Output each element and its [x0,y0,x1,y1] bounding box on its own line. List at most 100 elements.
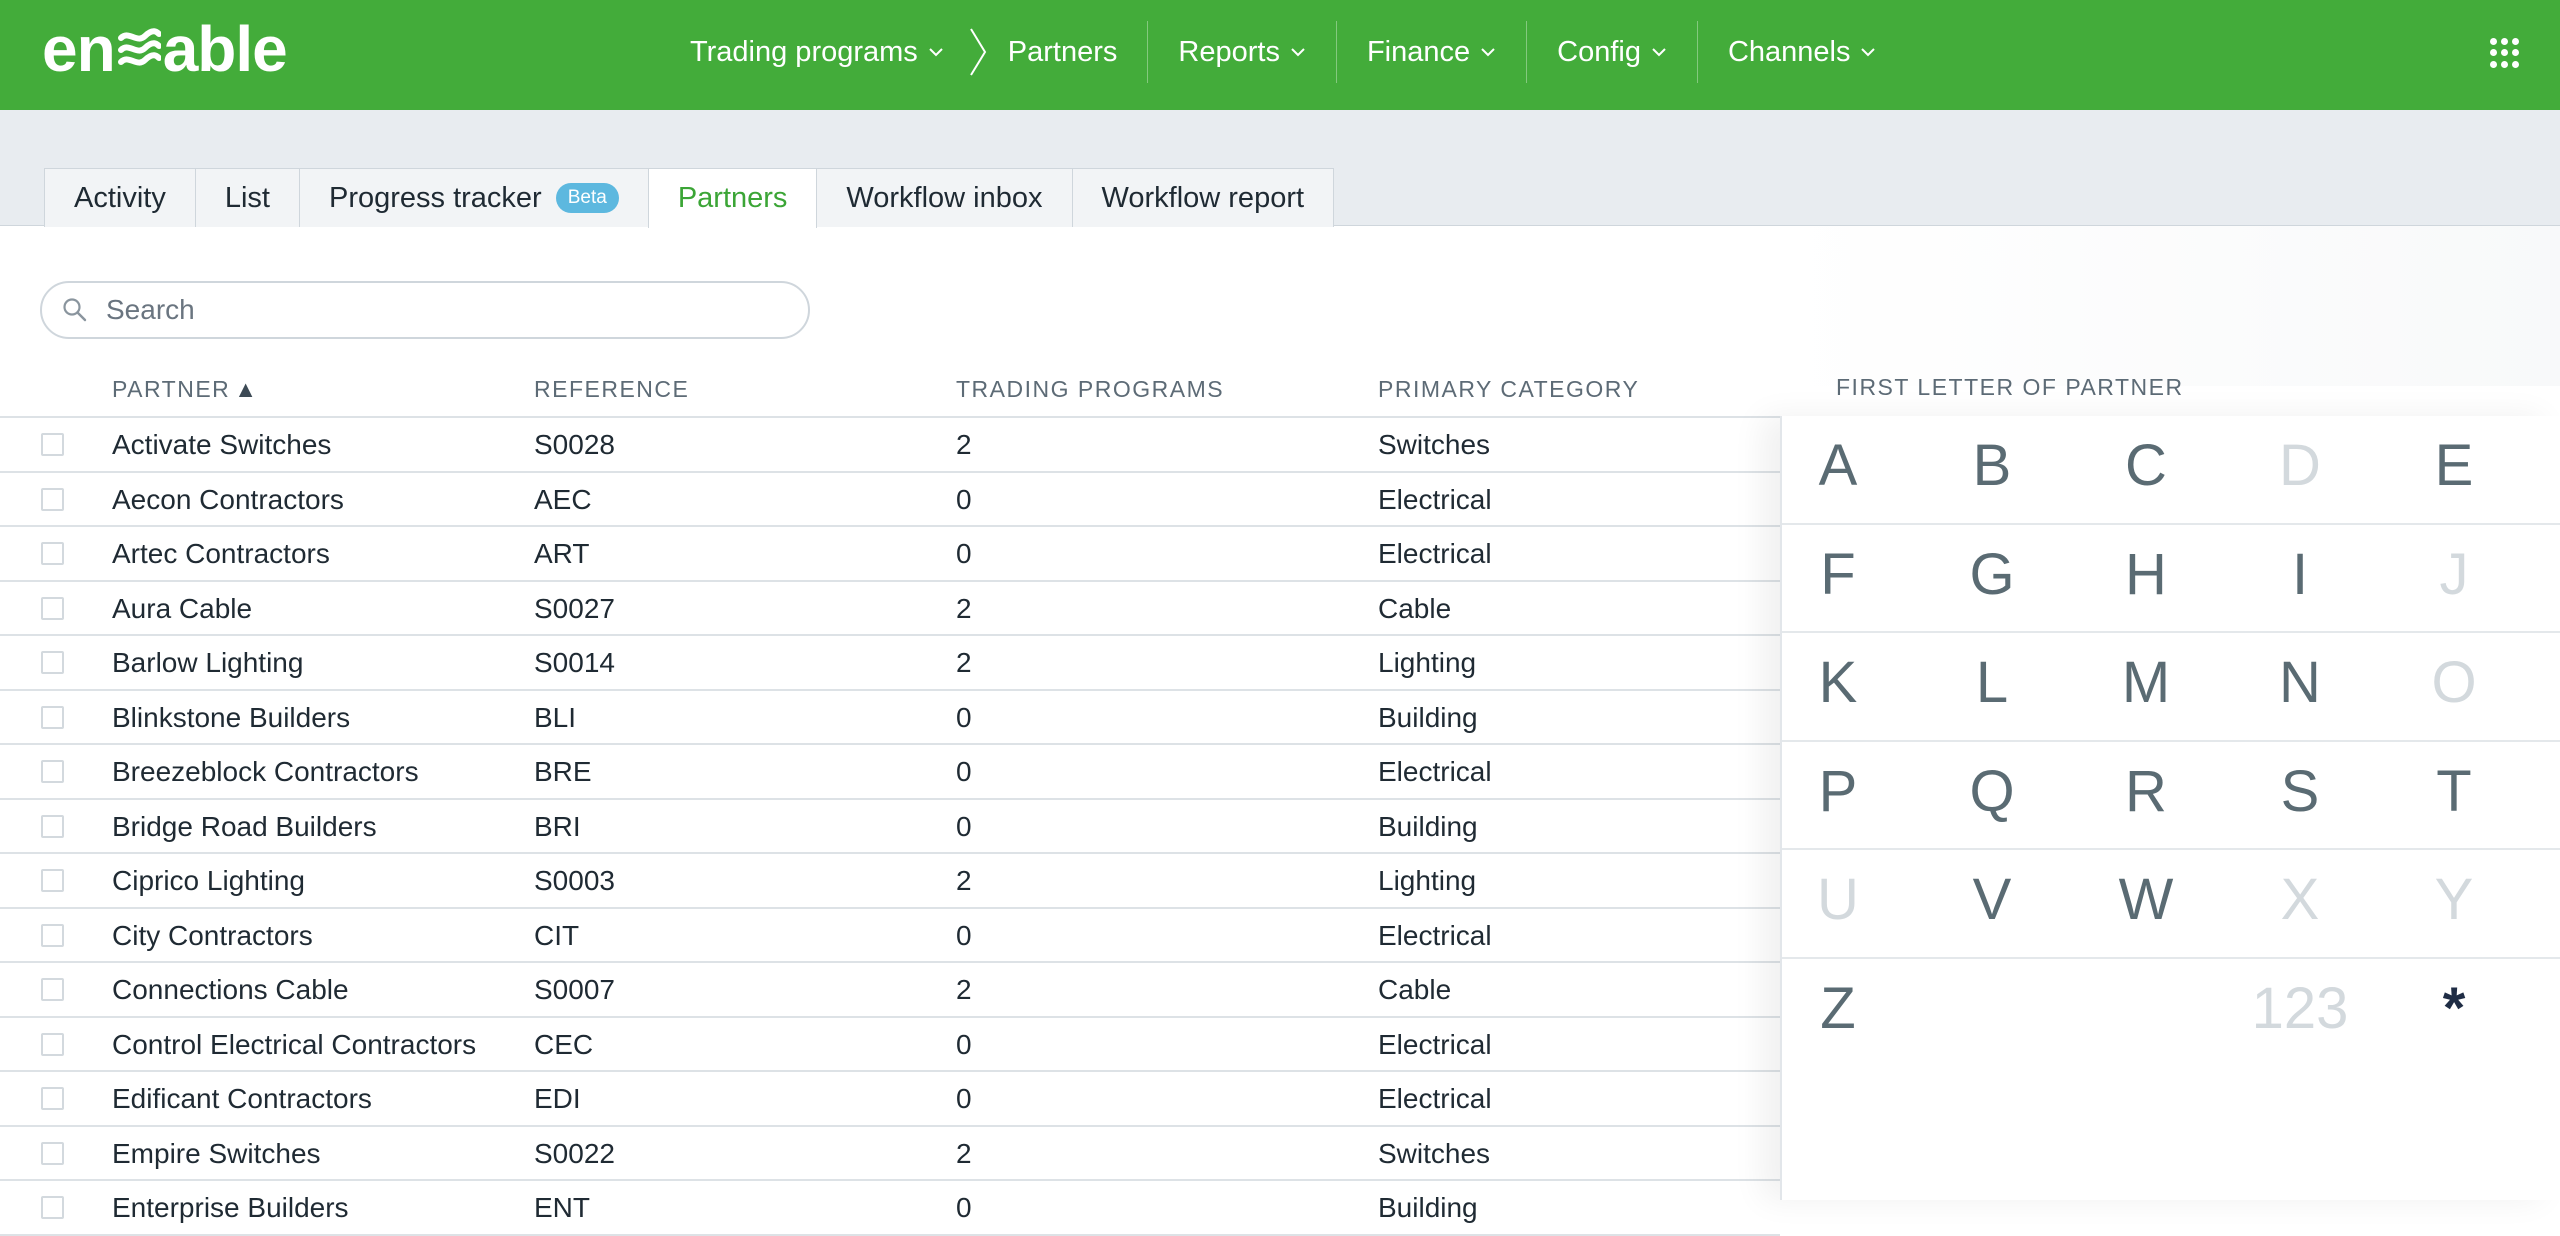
tab-activity[interactable]: Activity [44,168,196,227]
letter-filter-all[interactable]: * [2404,975,2504,1042]
letter-filter-r[interactable]: R [2096,758,2196,825]
row-checkbox[interactable] [41,487,64,511]
row-checkbox[interactable] [41,760,64,783]
primary-category-cell: Switches [1378,429,1491,460]
table-row[interactable]: Artec Contractors ART 0 Electrical [0,527,1780,582]
letter-row: FGHI J [1782,525,2560,634]
partner-name-cell[interactable]: Edificant Contractors [112,1083,372,1115]
table-row[interactable]: Control Electrical Contractors CEC 0 Electr… [0,1018,1780,1072]
nav-channels[interactable]: Channels [1698,0,1907,104]
letter-filter-n[interactable]: N [2250,649,2350,716]
apps-grid-icon[interactable] [2490,38,2520,68]
reference-cell: ENT [534,1192,590,1223]
partner-name-cell[interactable]: Artec Contractors [112,538,330,570]
trading-programs-cell: 2 [956,974,972,1005]
table-row[interactable]: Edificant Contractors EDI 0 Electrical [0,1072,1780,1127]
table-row[interactable]: Enterprise Builders ENT 0 Building [0,1181,1780,1236]
tab-list[interactable]: List [194,168,300,227]
tab-progress-tracker[interactable]: Progress tracker Beta [298,168,649,227]
primary-category-cell: Electrical [1378,483,1492,515]
row-checkbox[interactable] [41,1087,64,1110]
column-header-partner[interactable]: PARTNER ▲ [112,376,259,403]
letter-filter-t[interactable]: T [2404,758,2504,825]
row-checkbox[interactable] [41,923,64,947]
search-icon [63,298,87,322]
row-checkbox[interactable] [41,651,64,674]
letter-filter-q[interactable]: Q [1942,758,2042,825]
letter-filter-e[interactable]: E [2404,432,2504,499]
letter-filter-v[interactable]: V [1942,866,2042,933]
letter-filter-f[interactable]: F [1788,541,1888,608]
letter-filter-k[interactable]: K [1788,649,1888,716]
partner-name-cell[interactable]: Aura Cable [112,593,252,625]
letter-filter-d: D [2279,433,2321,498]
row-checkbox[interactable] [41,705,64,729]
nav-trading-programs[interactable]: Trading programs [660,0,974,104]
letter-filter-l[interactable]: L [1942,649,2042,716]
row-checkbox[interactable] [41,1032,64,1056]
table-row[interactable]: Aura Cable S0027 2 Cable [0,582,1780,636]
partner-name-cell[interactable]: Aecon Contractors [112,484,344,516]
trading-programs-cell: 0 [956,701,972,733]
reference-cell: S0003 [534,865,615,896]
partner-name-cell[interactable]: Control Electrical Contractors [112,1029,476,1061]
table-row[interactable]: Ciprico Lighting S0003 2 Lighting [0,854,1780,909]
trading-programs-cell: 2 [956,1137,972,1169]
partner-name-cell[interactable]: Activate Switches [112,429,331,461]
letter-filter-g[interactable]: G [1942,541,2042,608]
letter-filter-a[interactable]: A [1788,432,1888,499]
table-row[interactable]: Blinkstone Builders BLI 0 Building [0,691,1780,745]
search-box[interactable] [40,281,810,339]
row-checkbox[interactable] [41,1196,64,1219]
letter-filter-z[interactable]: Z [1788,975,1888,1042]
nav-config[interactable]: Config [1527,0,1697,104]
letter-filter-c[interactable]: C [2096,432,2196,499]
row-checkbox[interactable] [41,814,64,838]
trading-programs-cell: 0 [956,483,972,515]
partner-name-cell[interactable]: City Contractors [112,920,313,952]
table-row[interactable]: Activate Switches S0028 2 Switches [0,418,1780,473]
letter-filter-m[interactable]: M [2096,649,2196,716]
table-row[interactable]: Connections Cable S0007 2 Cable [0,963,1780,1018]
table-row[interactable]: Aecon Contractors AEC 0 Electrical [0,473,1780,527]
tab-partners[interactable]: Partners [647,168,818,228]
nav-partners[interactable]: Partners [978,0,1148,104]
column-header-reference[interactable]: REFERENCE [534,376,689,403]
partner-name-cell[interactable]: Blinkstone Builders [112,702,350,734]
row-checkbox[interactable] [41,1141,64,1165]
partner-name-cell[interactable]: Breezeblock Contractors [112,756,419,788]
partner-name-cell[interactable]: Ciprico Lighting [112,865,305,897]
trading-programs-cell: 2 [956,865,972,896]
table-row[interactable]: Barlow Lighting S0014 2 Lighting [0,636,1780,691]
partner-name-cell[interactable]: Connections Cable [112,974,349,1006]
letter-filter-w[interactable]: W [2096,866,2196,933]
letter-filter-s[interactable]: S [2250,758,2350,825]
partner-name-cell[interactable]: Enterprise Builders [112,1192,349,1224]
row-checkbox[interactable] [41,433,64,456]
partner-name-cell[interactable]: Bridge Road Builders [112,811,377,843]
letter-filter-h[interactable]: H [2096,541,2196,608]
enable-logo[interactable]: en able [42,13,288,85]
column-header-trading-programs[interactable]: TRADING PROGRAMS [956,376,1224,403]
letter-filter-x: X [2280,867,2320,933]
primary-category-cell: Lighting [1378,647,1477,678]
letter-filter-p[interactable]: P [1788,758,1888,825]
letter-filter-i[interactable]: I [2250,541,2350,608]
letter-filter-b[interactable]: B [1942,432,2042,499]
row-checkbox[interactable] [41,978,64,1001]
row-checkbox[interactable] [41,869,64,892]
nav-finance[interactable]: Finance [1337,0,1526,104]
column-header-primary-category[interactable]: PRIMARY CATEGORY [1378,376,1639,403]
row-checkbox[interactable] [41,596,64,620]
table-row[interactable]: Breezeblock Contractors BRE 0 Electrical [0,745,1780,800]
tab-workflow-report[interactable]: Workflow report [1071,168,1335,227]
table-row[interactable]: City Contractors CIT 0 Electrical [0,909,1780,963]
row-checkbox[interactable] [41,542,64,565]
partner-name-cell[interactable]: Barlow Lighting [112,647,303,679]
tab-workflow-inbox[interactable]: Workflow inbox [816,168,1073,227]
search-input[interactable] [104,293,784,327]
table-row[interactable]: Bridge Road Builders BRI 0 Building [0,800,1780,854]
partner-name-cell[interactable]: Empire Switches [112,1138,321,1170]
table-row[interactable]: Empire Switches S0022 2 Switches [0,1127,1780,1181]
nav-reports[interactable]: Reports [1148,0,1336,104]
